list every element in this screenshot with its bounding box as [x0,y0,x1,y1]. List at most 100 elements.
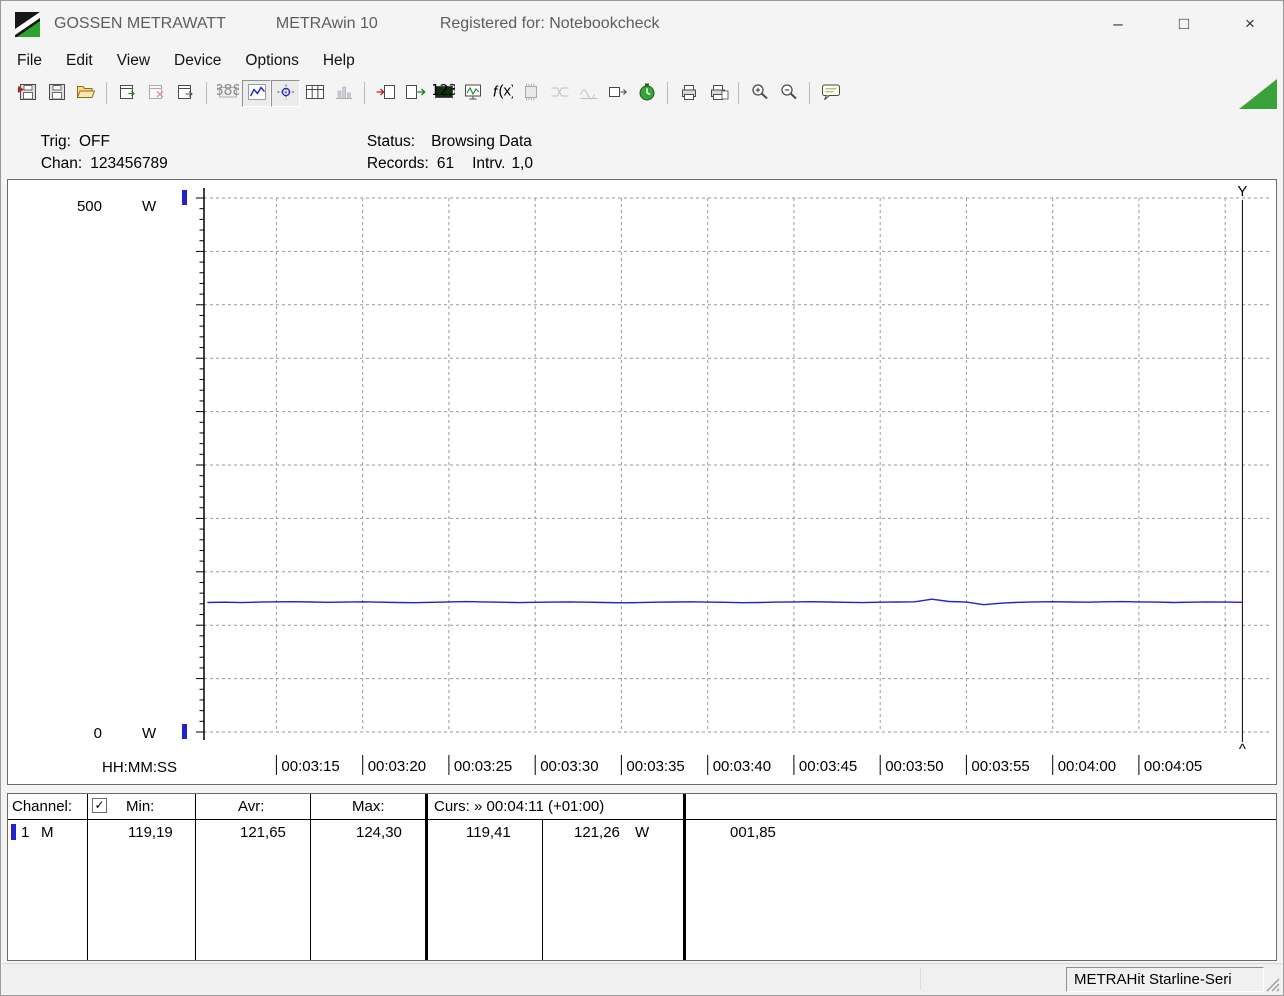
chan-label: Chan: [40,155,83,172]
zoom-out-button[interactable] [774,80,803,107]
numeric-display-icon: 123 [430,81,457,105]
hint-icon [820,82,842,105]
minimize-button[interactable]: – [1085,1,1151,47]
channel-split-button [545,80,574,107]
print-icon [678,82,700,105]
window-controls: – □ × [1085,1,1283,47]
cell-extra: 001,85 [730,824,776,841]
header-avr: Avr: [238,798,265,815]
svg-text:(x): (x) [498,82,513,99]
file-save-button[interactable] [42,80,71,107]
header-cursor: Curs: » 00:04:11 (+01:00) [434,798,605,815]
svg-text:00:03:35: 00:03:35 [626,758,684,775]
status-info-panel: Trig: OFF Chan: 123456789 Status: Browsing … [1,111,1283,172]
channel-split-icon [549,82,571,105]
card-delete-button [142,80,171,107]
scope-display-icon [462,82,484,105]
folder-open-button[interactable] [71,80,100,107]
file-save-icon [46,82,68,105]
timer-button[interactable] [632,80,661,107]
transfer-in-button[interactable] [371,80,400,107]
chart-line-icon [246,82,268,105]
app-window: GOSSEN METRAWATT METRAwin 10 Registered … [0,0,1284,996]
zoom-in-button[interactable] [745,80,774,107]
svg-text:00:04:00: 00:04:00 [1058,758,1116,775]
chart-panel: 500 W 0 W HH:MM:SS 00:03:15 00:03:20 00:03:25 00… [7,179,1277,785]
svg-text:0: 0 [94,725,102,742]
transfer-out-icon [404,82,426,105]
display-lcd-button: 888 [213,80,242,107]
channel-visible-checkbox[interactable]: ✓ [92,798,107,813]
channel-merge-icon [578,82,600,105]
zoom-in-icon [749,82,771,105]
svg-text:888: 888 [217,82,239,99]
header-max: Max: [352,798,385,815]
chart-bar-button [329,80,358,107]
app-logo-icon [15,11,40,37]
chart-line-button[interactable] [242,79,271,107]
send-settings-button[interactable] [603,80,632,107]
card-next-icon [175,82,197,105]
cell-channel-mode: M [41,824,54,841]
cell-cursor-2: 121,26 [574,824,620,841]
header-min: Min: [126,798,155,815]
numeric-display-button[interactable]: 123 [429,80,458,107]
print-page-button[interactable] [703,80,732,107]
title-registered: Registered for: Notebookcheck [439,15,660,32]
svg-text:00:04:05: 00:04:05 [1144,758,1202,775]
menu-file[interactable]: File [5,49,54,73]
menu-view[interactable]: View [105,49,162,73]
cell-unit: W [635,824,650,841]
svg-text:00:03:50: 00:03:50 [885,758,943,775]
maximize-button[interactable]: □ [1151,1,1217,47]
chart-bar-icon [333,82,355,105]
menu-help[interactable]: Help [311,49,367,73]
svg-text:00:03:40: 00:03:40 [713,758,771,775]
display-lcd-icon: 888 [214,81,241,105]
toolbar: 888 123 f(x) [1,75,1283,111]
hint-button[interactable] [816,80,845,107]
menu-device[interactable]: Device [162,49,233,73]
toolbar-separator [106,82,107,104]
toolbar-separator [809,82,810,104]
close-button[interactable]: × [1217,1,1283,47]
folder-open-icon [75,82,97,105]
menu-options[interactable]: Options [233,49,310,73]
power-chart[interactable]: 500 W 0 W HH:MM:SS 00:03:15 00:03:20 00:03:25 00… [8,180,1276,784]
menu-edit[interactable]: Edit [54,49,105,73]
chart-xy-button[interactable] [271,79,300,107]
svg-text:00:03:55: 00:03:55 [971,758,1029,775]
svg-text:00:03:15: 00:03:15 [281,758,339,775]
toolbar-separator [364,82,365,104]
print-page-icon [707,82,729,105]
card-export-button[interactable] [113,80,142,107]
chan-value: 123456789 [90,155,168,172]
channel-color-marker [11,824,16,840]
resize-grip[interactable] [1265,977,1280,992]
toolbar-separator [206,82,207,104]
status-bar: METRAHit Starline-Seri [2,963,1282,994]
print-button[interactable] [674,80,703,107]
device-name-box: METRAHit Starline-Seri [1066,967,1264,992]
svg-text:00:03:45: 00:03:45 [799,758,857,775]
statusbar-divider [920,968,921,990]
cell-channel-number: 1 [21,824,30,841]
svg-text:Y: Y [1237,183,1247,200]
file-import-button[interactable] [13,80,42,107]
toolbar-corner-triangle-icon [1239,79,1277,109]
intrv-label: Intrv. [472,155,506,172]
formula-button[interactable]: f(x) [487,80,516,107]
scope-display-button[interactable] [458,80,487,107]
card-delete-icon [146,82,168,105]
header-channel: Channel: [12,798,73,815]
card-next-button[interactable] [171,80,200,107]
menu-bar: File Edit View Device Options Help [1,47,1283,75]
table-view-button[interactable] [300,80,329,107]
measurement-table: Channel: ✓ Min: Avr: Max: Curs: » 00:04:… [7,793,1277,961]
transfer-in-icon [375,82,397,105]
transfer-out-button[interactable] [400,80,429,107]
svg-text:W: W [142,198,157,215]
formula-icon: f(x) [491,82,516,105]
svg-text:00:03:20: 00:03:20 [368,758,426,775]
svg-text:500: 500 [77,198,102,215]
